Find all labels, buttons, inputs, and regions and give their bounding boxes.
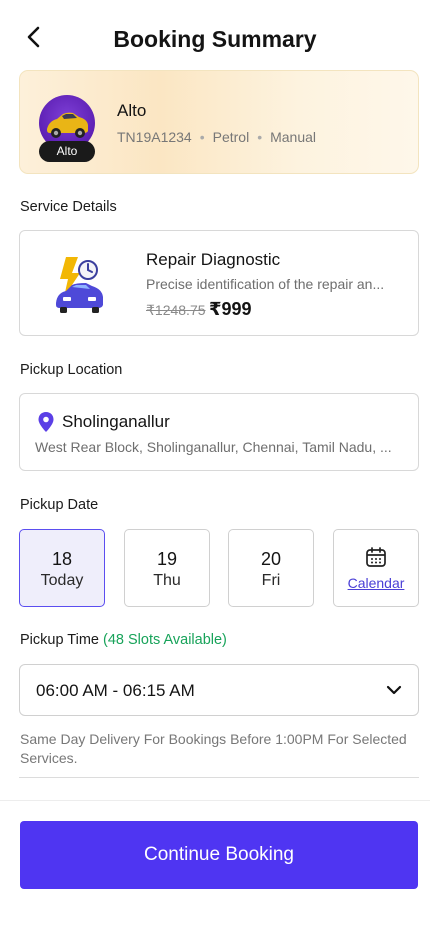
calendar-link[interactable]: Calendar — [334, 575, 418, 591]
calendar-icon — [366, 547, 386, 567]
repair-diagnostic-icon — [56, 257, 103, 313]
slots-available: (48 Slots Available) — [103, 632, 227, 648]
calendar-button[interactable]: Calendar — [333, 529, 419, 607]
car-name: Alto — [117, 101, 147, 120]
pickup-location-label: Pickup Location — [20, 362, 123, 378]
service-description: Precise identification of the repair an.… — [146, 276, 385, 292]
footer-divider — [0, 800, 430, 801]
selected-time-slot: 06:00 AM - 06:15 AM — [36, 681, 195, 700]
car-meta: TN19A1234 • Petrol • Manual — [117, 129, 316, 145]
chevron-down-icon — [386, 685, 402, 695]
date-day: Thu — [153, 572, 181, 589]
pickup-date-label: Pickup Date — [20, 497, 99, 513]
pickup-location-card[interactable]: Sholinganallur West Rear Block, Sholinga… — [19, 393, 419, 471]
car-fuel: Petrol — [212, 129, 250, 145]
separator-dot: • — [199, 129, 205, 145]
date-option-thu[interactable]: 19 Thu — [124, 529, 210, 607]
date-number: 20 — [260, 549, 282, 569]
pickup-time-label: Pickup Time (48 Slots Available) — [20, 632, 227, 648]
service-name: Repair Diagnostic — [146, 250, 281, 269]
divider — [19, 777, 419, 778]
separator-dot: • — [257, 129, 263, 145]
date-number: 19 — [156, 549, 178, 569]
location-pin-icon — [38, 412, 54, 432]
location-name: Sholinganallur — [62, 412, 170, 431]
date-day: Fri — [261, 572, 281, 589]
pickup-time-dropdown[interactable]: 06:00 AM - 06:15 AM — [19, 664, 419, 716]
location-address: West Rear Block, Sholinganallur, Chennai… — [35, 439, 392, 455]
page-title: Booking Summary — [113, 26, 317, 52]
header: Booking Summary — [0, 0, 430, 80]
car-registration: TN19A1234 — [117, 129, 192, 145]
date-option-fri[interactable]: 20 Fri — [228, 529, 314, 607]
vehicle-card: Alto Alto TN19A1234 • Petrol • Manual — [19, 70, 419, 174]
pickup-time-title: Pickup Time — [20, 632, 99, 648]
service-details-label: Service Details — [20, 199, 117, 215]
car-badge: Alto — [39, 141, 95, 162]
continue-booking-button[interactable]: Continue Booking — [20, 821, 418, 889]
service-card[interactable]: Repair Diagnostic Precise identification… — [19, 230, 419, 336]
car-transmission: Manual — [270, 129, 317, 145]
delivery-note: Same Day Delivery For Bookings Before 1:… — [20, 731, 407, 766]
date-number: 18 — [51, 549, 73, 569]
date-day: Today — [40, 572, 84, 589]
date-option-today[interactable]: 18 Today — [19, 529, 105, 607]
original-price: ₹1248.75 — [146, 302, 206, 318]
discounted-price: ₹999 — [209, 299, 252, 319]
